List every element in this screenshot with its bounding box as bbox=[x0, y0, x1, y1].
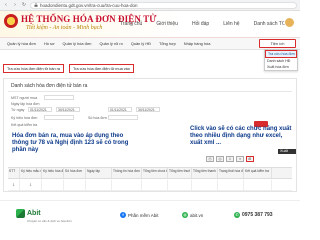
browser-address-bar: ‹ › ↻ hoadondientu.gdt.gov.vn/tra-cuu/tr… bbox=[0, 0, 300, 11]
export-excel-icon[interactable]: ⊞ bbox=[246, 156, 254, 162]
phone-contact[interactable]: ✆ 0975 387 793 bbox=[234, 212, 273, 218]
site-header: HỆ THỐNG HÓA ĐƠN ĐIỆN TỬ Tiết kiệm - An … bbox=[0, 11, 300, 38]
col-template-symbol: Ký hiệu mẫu số bbox=[20, 168, 42, 178]
col-invoice-info: Thông tin hóa đơn bbox=[112, 168, 142, 178]
facebook-link[interactable]: f Phần mềm Abit bbox=[120, 212, 159, 218]
back-icon[interactable]: ‹ bbox=[3, 2, 9, 8]
site-slogan: Tiết kiệm - An toàn - Minh bạch bbox=[26, 25, 103, 31]
abit-logo: Abit bbox=[16, 209, 41, 218]
user-avatar[interactable] bbox=[284, 17, 295, 28]
cell-invoice-info bbox=[112, 180, 142, 190]
menu-item-1[interactable]: Quản lý hóa đơn bbox=[4, 41, 39, 46]
filter-icon[interactable]: ≡ bbox=[236, 156, 244, 162]
table-header: STT Ký hiệu mẫu số Ký hiệu hóa đơn Số hó… bbox=[8, 167, 292, 179]
sub-tabs: Tra cứu hóa đơn điện tử bán ra Tra cứu h… bbox=[3, 64, 134, 73]
phone-label: 0975 387 793 bbox=[242, 212, 273, 218]
facebook-label: Phần mềm Abit bbox=[128, 212, 159, 218]
menu-item-3[interactable]: Quản lý hóa đơn bbox=[60, 41, 95, 46]
col-invoice-number: Số hóa đơn bbox=[64, 168, 86, 178]
url-text: hoadondientu.gdt.gov.vn/tra-cuu/tra-cuu-… bbox=[40, 2, 138, 8]
col-stt: STT bbox=[8, 168, 20, 178]
abit-brand: Abit bbox=[27, 210, 41, 217]
label-invoice-number: Số hóa đơn bbox=[88, 116, 107, 120]
dropdown-item-3[interactable]: Xuất hóa đơn bbox=[265, 64, 297, 70]
cell-total bbox=[192, 180, 218, 190]
cell-date bbox=[86, 180, 112, 190]
buyer-tax-code-input[interactable] bbox=[44, 95, 74, 100]
nav-about[interactable]: Giới thiệu bbox=[156, 21, 178, 27]
phone-icon: ✆ bbox=[234, 212, 240, 218]
label-buyer-tax-code: MST người mua bbox=[11, 96, 38, 100]
cell-invoice-number bbox=[64, 180, 86, 190]
facebook-icon: f bbox=[120, 212, 126, 218]
top-nav: Trang chủ Giới thiệu Hỏi đáp Liên hệ Dan… bbox=[120, 21, 292, 27]
invoice-symbol-input[interactable] bbox=[44, 115, 74, 120]
nav-home[interactable]: Trang chủ bbox=[120, 21, 142, 27]
forward-icon[interactable]: › bbox=[12, 2, 18, 8]
menu-item-6[interactable]: Tổng hợp bbox=[156, 41, 179, 46]
nav-faq[interactable]: Hỏi đáp bbox=[192, 21, 209, 27]
dropdown-item-tra-cuu[interactable]: Tra cứu hóa đơn bbox=[265, 50, 297, 58]
label-from-date: Từ ngày bbox=[11, 108, 25, 112]
website-link[interactable]: ◍ abit.vn bbox=[182, 212, 203, 218]
url-input[interactable]: hoadondientu.gdt.gov.vn/tra-cuu/tra-cuu-… bbox=[30, 1, 297, 9]
col-total: Tổng tiền thanh toán bbox=[192, 168, 218, 178]
col-pre-tax: Tổng tiền chưa thuế bbox=[142, 168, 168, 178]
globe-icon: ◍ bbox=[182, 212, 188, 218]
label-invoice-symbol: Ký hiệu hóa đơn bbox=[11, 116, 38, 120]
menu-item-5[interactable]: Quản lý HĐ bbox=[128, 41, 154, 46]
to-date-input-2[interactable]: 30/11/2021 bbox=[136, 107, 160, 112]
label-invoice-date: Ngày lập hóa đơn bbox=[11, 102, 40, 106]
export-excel-tooltip: Xuất excel bbox=[278, 149, 296, 158]
abit-mark-icon bbox=[16, 209, 25, 218]
cell-check-result bbox=[244, 180, 272, 190]
cell-stt: 1 bbox=[8, 180, 20, 190]
invoice-number-input[interactable] bbox=[108, 115, 138, 120]
view-icon[interactable]: ◎ bbox=[216, 156, 224, 162]
from-date-input[interactable]: 01/11/2021 bbox=[28, 107, 52, 112]
menu-item-2[interactable]: Hồ sơ bbox=[41, 41, 58, 46]
cell-tax bbox=[168, 180, 192, 190]
reload-icon[interactable]: ↻ bbox=[21, 2, 27, 8]
col-tax: Tổng tiền thuế bbox=[168, 168, 192, 178]
nav-contact[interactable]: Liên hệ bbox=[223, 21, 239, 27]
download-icon[interactable]: ⇩ bbox=[226, 156, 234, 162]
cell-pre-tax bbox=[142, 180, 168, 190]
callout-left: Hóa đơn bán ra, mua vào áp dụng theo thô… bbox=[12, 133, 129, 154]
cell-invoice-symbol bbox=[42, 180, 64, 190]
invoice-list-panel: Danh sách hóa đơn điện tử bán ra MST ngư… bbox=[3, 78, 297, 192]
tab-purchase-invoices[interactable]: Tra cứu hóa đơn điện tử mua vào bbox=[69, 64, 134, 73]
callout-right: Click vào sẽ có các chức năng xuất theo … bbox=[190, 126, 292, 147]
tab-sales-invoices[interactable]: Tra cứu hóa đơn điện tử bán ra bbox=[3, 64, 65, 73]
from-date-input-2[interactable]: 01/11/2021 bbox=[108, 107, 132, 112]
footer: Abit Chuyên tư vấn & dịch vụ hóa đơn f P… bbox=[0, 200, 300, 231]
to-date-input[interactable]: 30/11/2021 bbox=[56, 107, 80, 112]
menu-item-7[interactable]: Nhập hàng hóa bbox=[181, 41, 214, 46]
panel-divider bbox=[8, 91, 292, 92]
abit-tagline: Chuyên tư vấn & dịch vụ hóa đơn bbox=[27, 219, 72, 223]
cell-status bbox=[218, 180, 244, 190]
tien-ich-menu-button[interactable]: Tiện ích bbox=[259, 39, 296, 48]
col-date: Ngày lập bbox=[86, 168, 112, 178]
col-check-result: Kết quả kiểm tra bbox=[244, 168, 272, 178]
national-emblem-logo bbox=[4, 14, 18, 28]
panel-title: Danh sách hóa đơn điện tử bán ra bbox=[11, 83, 88, 89]
col-invoice-symbol: Ký hiệu hóa đơn bbox=[42, 168, 64, 178]
website-label: abit.vn bbox=[190, 212, 204, 218]
col-status: Trạng thái hóa đơn bbox=[218, 168, 244, 178]
main-menu: Quản lý hóa đơn Hồ sơ Quản lý hóa đơn Qu… bbox=[0, 38, 300, 50]
menu-item-4[interactable]: Quản lý rủi ro bbox=[96, 41, 125, 46]
print-icon[interactable]: ⎙ bbox=[206, 156, 214, 162]
cell-template-symbol: 1 bbox=[20, 180, 42, 190]
table-row[interactable]: 1 1 bbox=[8, 180, 292, 191]
label-check-result: Kết quả kiểm tra bbox=[11, 123, 38, 127]
action-buttons: ⎙ ◎ ⇩ ≡ ⊞ bbox=[206, 156, 254, 162]
lock-icon bbox=[34, 3, 38, 7]
tien-ich-dropdown: Tra cứu hóa đơn Danh sách HĐ Xuất hóa đơ… bbox=[264, 49, 298, 71]
